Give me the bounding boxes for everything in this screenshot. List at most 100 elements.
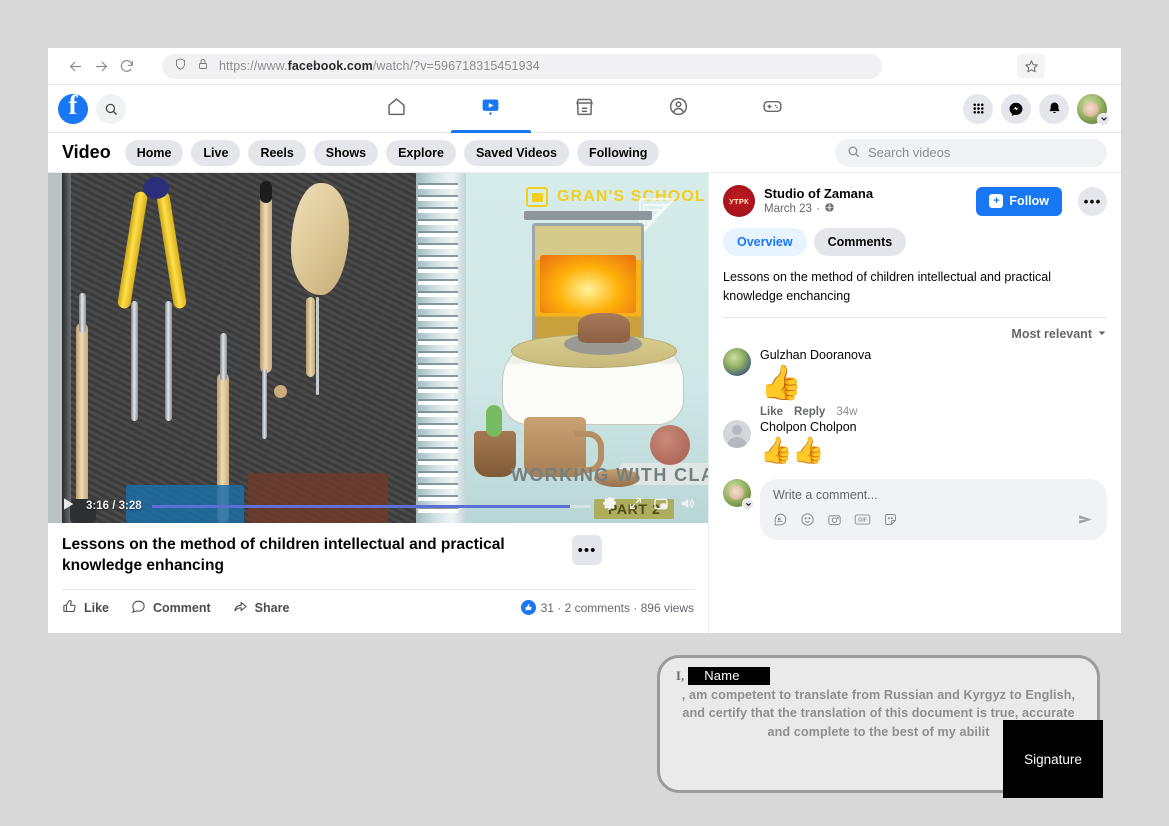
search-input[interactable]: Search videos [835, 138, 1107, 167]
url-text: https://www.facebook.com/watch/?v=596718… [219, 59, 540, 73]
video-frame: GRAN'S SCHOOL WORKING WITH CLAY PART 2 [48, 173, 708, 523]
comment-item: Gulzhan Dooranova 👍 Like Reply 34w [723, 347, 1107, 418]
nav-tab-marketplace[interactable] [538, 85, 632, 133]
comment-reply-button[interactable]: Reply [794, 406, 825, 418]
search-icon [847, 145, 860, 161]
share-button[interactable]: Share [233, 599, 289, 617]
post-description: Lessons on the method of children intell… [723, 268, 1107, 318]
share-arrow-icon [233, 599, 248, 617]
video-pill-live[interactable]: Live [191, 139, 241, 166]
forward-arrow-icon[interactable] [88, 53, 114, 79]
certification-first-line: I, Name [676, 667, 1081, 686]
video-title: Lessons on the method of children intell… [62, 536, 505, 574]
composer-icon-row: GIF [773, 511, 1094, 533]
time-display: 3:16 / 3:28 [86, 500, 142, 512]
comment-like-button[interactable]: Like [760, 406, 783, 418]
nav-tab-groups[interactable] [632, 85, 726, 133]
certification-lead: I, [676, 669, 685, 683]
tab-comments[interactable]: Comments [813, 228, 907, 256]
poster-name[interactable]: Studio of Zamana [764, 186, 873, 201]
comment-emoji: 👍 [760, 363, 803, 402]
video-pill-explore[interactable]: Explore [386, 139, 456, 166]
pottery-illustration: GRAN'S SCHOOL WORKING WITH CLAY PART 2 [466, 173, 708, 523]
video-more-button[interactable]: ••• [572, 535, 602, 565]
fullscreen-icon[interactable] [628, 496, 643, 516]
post-date: March 23 [764, 203, 812, 215]
video-pill-following[interactable]: Following [577, 139, 660, 166]
back-arrow-icon[interactable] [62, 53, 88, 79]
reload-icon[interactable] [114, 53, 140, 79]
comment-input[interactable]: Write a comment... [773, 488, 1094, 502]
bell-icon[interactable] [1039, 93, 1069, 124]
camera-icon[interactable] [827, 512, 842, 532]
commenter-name[interactable]: Cholpon Cholpon [760, 420, 1107, 434]
pottery-wheel [502, 313, 684, 425]
facebook-top-nav [48, 85, 1121, 133]
post-meta: March 23 · [764, 202, 873, 216]
commenter-avatar[interactable] [723, 347, 751, 376]
chevron-down-icon [742, 498, 754, 511]
sticker-avatar-icon[interactable] [773, 512, 788, 532]
poster-identity: Studio of Zamana March 23 · [764, 186, 873, 216]
player-controls: 3:16 / 3:28 [48, 489, 708, 523]
comment-sort-selector[interactable]: Most relevant [723, 318, 1107, 348]
emoji-icon[interactable] [800, 512, 815, 532]
url-bar[interactable]: https://www.facebook.com/watch/?v=596718… [162, 53, 882, 79]
nav-left-group [48, 90, 126, 124]
video-action-bar: Like Comment Share 31 · 2 comments · 896… [62, 588, 694, 617]
comment-button[interactable]: Comment [131, 599, 211, 617]
avatar[interactable] [1077, 93, 1110, 126]
facebook-logo[interactable] [58, 90, 88, 124]
send-icon[interactable] [1077, 511, 1094, 533]
like-label: Like [84, 600, 110, 615]
follow-button[interactable]: + Follow [976, 186, 1062, 216]
nav-tab-gaming[interactable] [726, 85, 820, 133]
progress-scrubber[interactable] [151, 504, 591, 508]
current-user-avatar[interactable] [723, 479, 754, 511]
volume-icon[interactable] [679, 495, 696, 517]
marketplace-icon [574, 96, 595, 122]
play-icon[interactable] [60, 496, 76, 517]
messenger-icon[interactable] [1001, 93, 1031, 124]
video-column: GRAN'S SCHOOL WORKING WITH CLAY PART 2 3… [48, 173, 708, 633]
picture-in-picture-icon[interactable] [653, 496, 669, 517]
meta-separator: · [815, 203, 820, 215]
like-button[interactable]: Like [62, 599, 109, 617]
video-pill-reels[interactable]: Reels [248, 139, 306, 166]
commenter-name[interactable]: Gulzhan Dooranova [760, 348, 1107, 362]
commenter-avatar[interactable] [723, 419, 751, 448]
page-content: GRAN'S SCHOOL WORKING WITH CLAY PART 2 3… [48, 173, 1121, 633]
poster-avatar[interactable]: УТРК [723, 185, 755, 217]
comment-input-box[interactable]: Write a comment... GIF [760, 479, 1107, 541]
sticker-icon[interactable] [883, 512, 898, 532]
nav-tab-home[interactable] [350, 85, 444, 133]
search-icon[interactable] [96, 93, 126, 124]
video-player[interactable]: GRAN'S SCHOOL WORKING WITH CLAY PART 2 3… [48, 173, 708, 523]
grid-menu-icon[interactable] [963, 93, 993, 124]
notebook-spiral [418, 177, 458, 519]
progress-fill [151, 504, 570, 508]
post-more-button[interactable]: ••• [1078, 186, 1107, 216]
chevron-down-icon [1097, 112, 1110, 126]
comment-label: Comment [153, 600, 211, 615]
video-info: Lessons on the method of children intell… [48, 523, 708, 617]
translator-certification-overlay: I, Name , am competent to translate from… [657, 655, 1103, 798]
gif-icon[interactable]: GIF [854, 512, 871, 532]
video-pill-home[interactable]: Home [124, 139, 184, 166]
tool-foam-tray [48, 173, 418, 523]
briefcase-icon [526, 187, 548, 207]
gear-icon[interactable] [601, 495, 618, 517]
comment-bubble-icon [131, 599, 146, 617]
video-stats: 31 · 2 comments · 896 views [520, 600, 694, 616]
browser-toolbar: https://www.facebook.com/watch/?v=596718… [48, 48, 1121, 85]
follow-label: Follow [1009, 194, 1049, 208]
video-pill-saved-videos[interactable]: Saved Videos [463, 139, 570, 166]
tab-overview[interactable]: Overview [723, 228, 807, 256]
clay-pot [578, 313, 630, 343]
video-subnav: Video Home Live Reels Shows Explore Save… [48, 133, 1121, 173]
nav-tab-video[interactable] [444, 85, 538, 133]
star-icon[interactable] [1017, 54, 1045, 78]
comment-age: 34w [836, 405, 858, 418]
home-icon [386, 96, 407, 122]
video-pill-shows[interactable]: Shows [313, 139, 379, 166]
